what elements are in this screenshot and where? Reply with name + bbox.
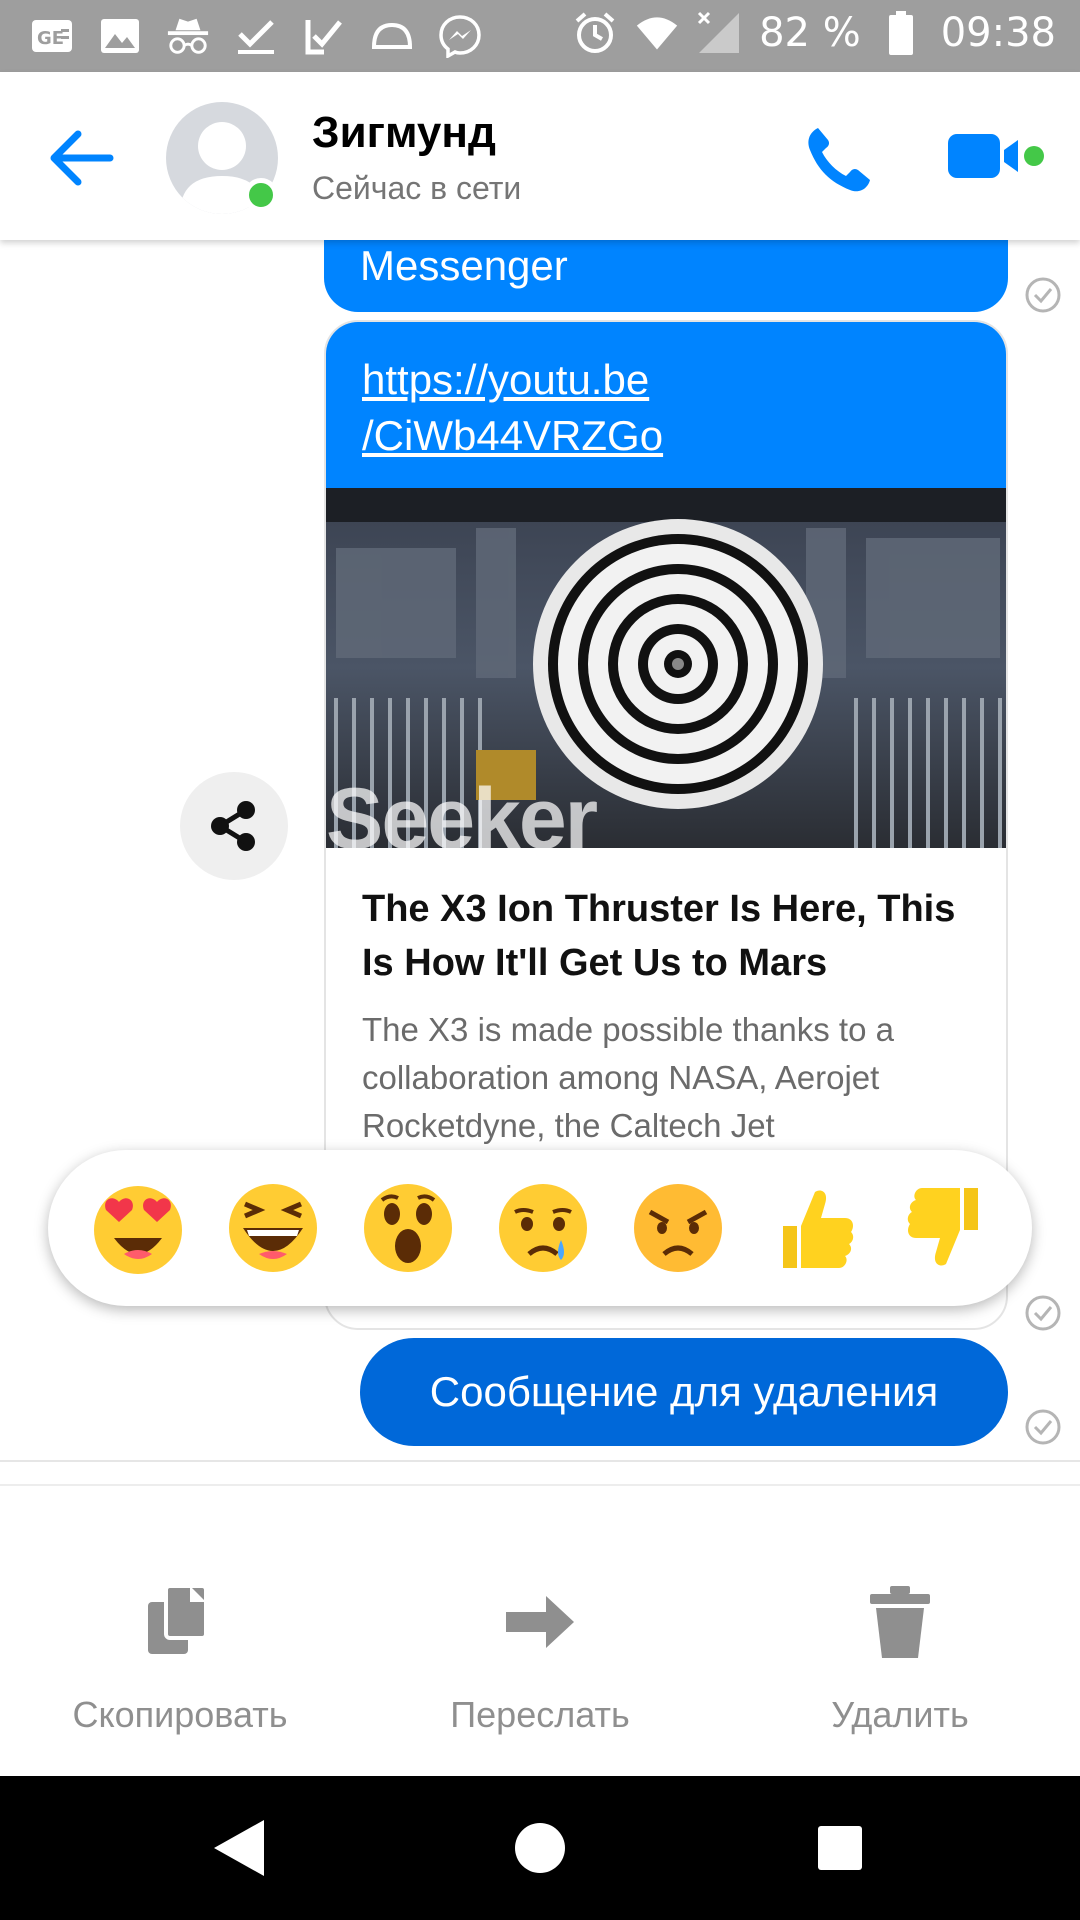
reaction-picker xyxy=(48,1150,1032,1306)
system-navigation-bar xyxy=(0,1776,1080,1920)
angry-reaction-icon[interactable] xyxy=(628,1178,728,1278)
delete-label: Удалить xyxy=(831,1694,969,1735)
battery-percent: 82 % xyxy=(759,10,861,56)
copy-label: Скопировать xyxy=(72,1694,288,1735)
trash-icon xyxy=(870,1586,930,1658)
wifi-icon xyxy=(635,11,679,55)
thumbs-up-reaction-icon[interactable] xyxy=(763,1178,863,1278)
link-description: The X3 is made possible thanks to a coll… xyxy=(362,1011,894,1144)
link-title[interactable]: The X3 Ion Thruster Is Here, This Is How… xyxy=(362,882,982,990)
message-list[interactable]: Messenger https://youtu.be /CiWb44VRZGo xyxy=(0,240,1080,1460)
link-url-line2[interactable]: /CiWb44VRZGo xyxy=(362,412,663,459)
thumbnail-watermark: Seeker xyxy=(326,771,598,848)
copy-button[interactable]: Скопировать xyxy=(30,1582,330,1742)
wow-reaction-icon[interactable] xyxy=(358,1178,458,1278)
back-arrow-icon[interactable] xyxy=(44,120,120,196)
double-check-icon xyxy=(302,14,346,58)
status-bar: GE 82 % 09:38 xyxy=(0,0,1080,72)
video-thumbnail[interactable]: Seeker xyxy=(326,488,1006,848)
delete-button[interactable]: Удалить xyxy=(750,1582,1050,1742)
forward-arrow-icon xyxy=(506,1596,574,1648)
cloud-icon xyxy=(370,14,414,58)
message-bubble[interactable]: Messenger xyxy=(324,240,1008,312)
read-receipt-icon xyxy=(1024,1408,1062,1446)
heart-eyes-reaction-icon[interactable] xyxy=(88,1178,188,1278)
message-text: Messenger xyxy=(360,242,568,289)
alarm-icon xyxy=(573,11,617,55)
no-signal-icon xyxy=(697,11,741,55)
clock: 09:38 xyxy=(940,10,1056,56)
contact-status: Сейчас в сети xyxy=(312,170,522,206)
share-button[interactable] xyxy=(180,772,288,880)
divider xyxy=(0,1460,1080,1462)
online-indicator xyxy=(244,178,278,212)
image-icon xyxy=(98,14,142,58)
selected-message-bubble[interactable]: Сообщение для удаления xyxy=(360,1338,1008,1446)
conversation-header: Зигмунд Сейчас в сети xyxy=(0,72,1080,240)
check-icon xyxy=(234,14,278,58)
news-icon: GE xyxy=(30,14,74,58)
forward-label: Переслать xyxy=(450,1694,630,1735)
thumbs-down-reaction-icon[interactable] xyxy=(898,1178,998,1278)
svg-text:GE: GE xyxy=(37,28,64,49)
messenger-icon xyxy=(438,14,482,58)
link-url-line1[interactable]: https://youtu.be xyxy=(362,356,649,403)
video-call-icon[interactable] xyxy=(946,126,1046,186)
read-receipt-icon xyxy=(1024,1294,1062,1332)
link-url[interactable]: https://youtu.be /CiWb44VRZGo xyxy=(362,352,663,464)
forward-button[interactable]: Переслать xyxy=(390,1582,690,1742)
phone-call-icon[interactable] xyxy=(800,122,876,198)
sad-reaction-icon[interactable] xyxy=(493,1178,593,1278)
copy-icon xyxy=(148,1584,208,1654)
link-header: https://youtu.be /CiWb44VRZGo xyxy=(326,322,1006,488)
share-icon xyxy=(211,801,255,851)
nav-home-icon[interactable] xyxy=(504,1812,576,1884)
laughing-reaction-icon[interactable] xyxy=(223,1178,323,1278)
nav-recents-icon[interactable] xyxy=(804,1812,876,1884)
read-receipt-icon xyxy=(1024,276,1062,314)
battery-icon xyxy=(879,11,923,55)
contact-name[interactable]: Зигмунд xyxy=(312,108,496,158)
message-actions-bar: Скопировать Переслать Удалить xyxy=(0,1486,1080,1776)
incognito-icon xyxy=(166,14,210,58)
nav-back-icon[interactable] xyxy=(204,1812,276,1884)
